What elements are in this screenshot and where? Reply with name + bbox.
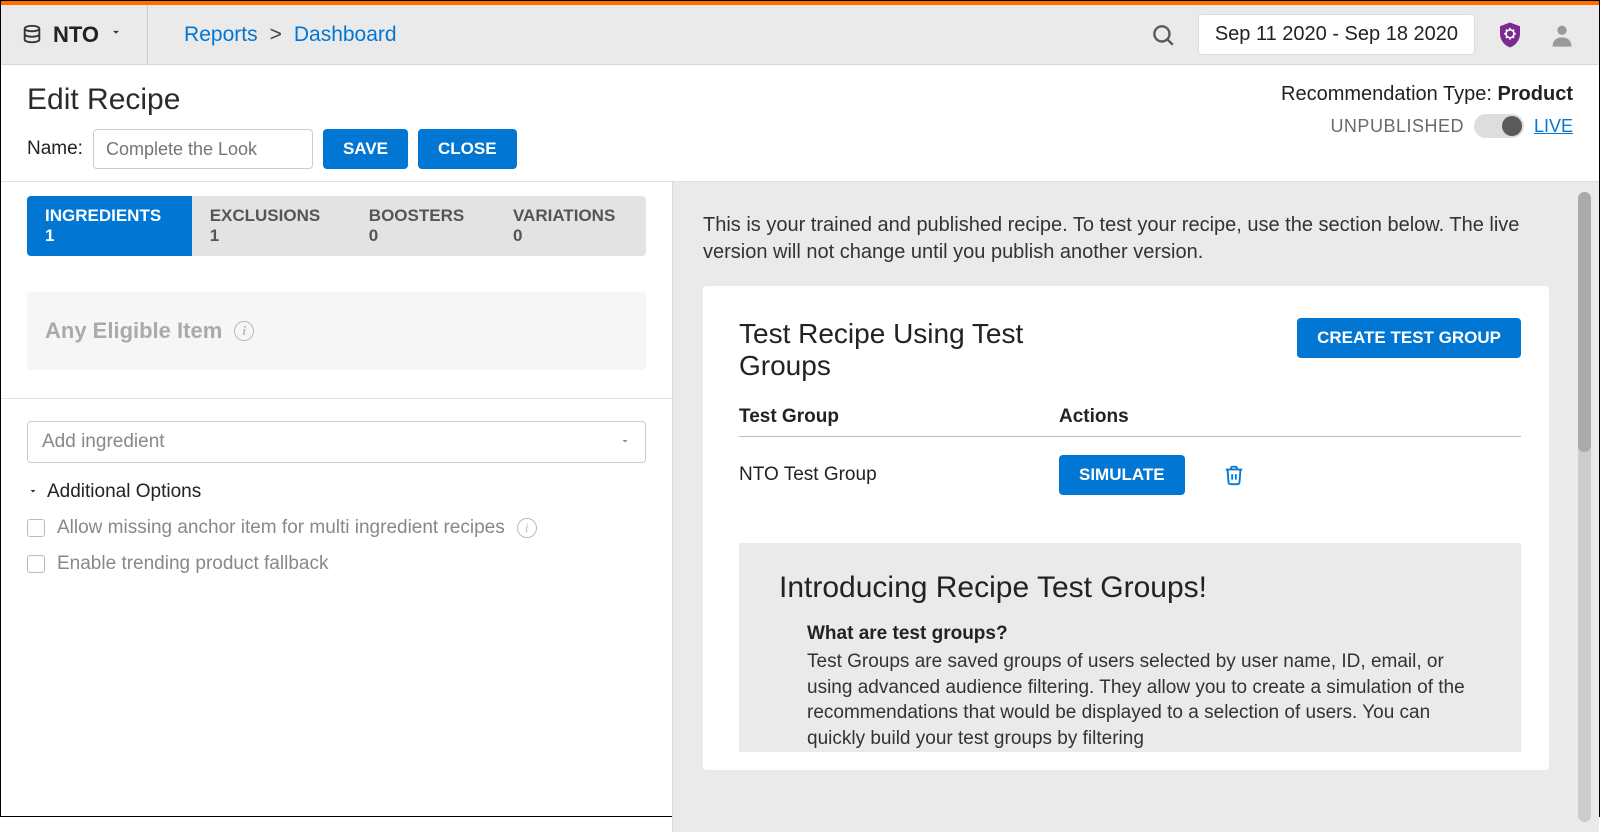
name-row: Name: SAVE CLOSE (27, 129, 517, 169)
table-row: NTO Test Group SIMULATE (739, 437, 1521, 513)
right-column: This is your trained and published recip… (673, 182, 1599, 832)
intro-subtitle: What are test groups? (807, 623, 1481, 645)
date-range-picker[interactable]: Sep 11 2020 - Sep 18 2020 (1198, 14, 1475, 55)
scrollbar-thumb[interactable] (1578, 192, 1591, 452)
trash-icon[interactable] (1223, 464, 1245, 486)
recipe-tabs: INGREDIENTS 1 EXCLUSIONS 1 BOOSTERS 0 VA… (27, 196, 646, 256)
publish-row: UNPUBLISHED LIVE (1330, 114, 1573, 138)
lower-left: Add ingredient Additional Options Allow … (1, 399, 672, 597)
intro-title: Introducing Recipe Test Groups! (779, 571, 1481, 605)
tab-variations[interactable]: VARIATIONS 0 (495, 196, 646, 256)
eligible-item-label: Any Eligible Item (45, 318, 222, 344)
rec-type-value: Product (1497, 83, 1573, 105)
breadcrumb-dashboard[interactable]: Dashboard (294, 23, 397, 47)
info-icon[interactable]: i (517, 518, 537, 538)
test-group-table: Test Group Actions NTO Test Group SIMULA… (739, 406, 1521, 513)
intro-box: Introducing Recipe Test Groups! What are… (739, 543, 1521, 752)
left-column: INGREDIENTS 1 EXCLUSIONS 1 BOOSTERS 0 VA… (1, 182, 673, 832)
intro-body: Test Groups are saved groups of users se… (807, 649, 1481, 752)
add-ingredient-placeholder: Add ingredient (42, 431, 165, 453)
col-test-group: Test Group (739, 406, 1059, 428)
additional-options-label: Additional Options (47, 481, 201, 503)
recipe-description: This is your trained and published recip… (673, 182, 1599, 286)
publish-toggle[interactable] (1474, 114, 1524, 138)
checkbox-missing-anchor[interactable] (27, 519, 45, 537)
org-switcher[interactable]: NTO (21, 5, 148, 64)
eligible-item-box: Any Eligible Item i (27, 292, 646, 370)
scrollbar[interactable] (1578, 192, 1591, 822)
database-icon (21, 24, 43, 46)
col-actions: Actions (1059, 406, 1129, 428)
subheader-right: Recommendation Type: Product UNPUBLISHED… (1281, 83, 1573, 138)
rec-type-label: Recommendation Type: (1281, 83, 1497, 105)
checkbox-label-1: Allow missing anchor item for multi ingr… (57, 517, 505, 539)
breadcrumb: Reports > Dashboard (184, 23, 397, 47)
simulate-button[interactable]: SIMULATE (1059, 455, 1185, 495)
org-name: NTO (53, 22, 99, 48)
breadcrumb-separator: > (270, 23, 282, 47)
checkbox-label-2: Enable trending product fallback (57, 553, 328, 575)
toggle-knob (1502, 116, 1522, 136)
topbar: NTO Reports > Dashboard Sep 11 2020 - Se… (1, 5, 1599, 65)
subheader: Edit Recipe Name: SAVE CLOSE Recommendat… (1, 65, 1599, 182)
page-title: Edit Recipe (27, 83, 517, 117)
main: INGREDIENTS 1 EXCLUSIONS 1 BOOSTERS 0 VA… (1, 182, 1599, 832)
test-groups-card: Test Recipe Using Test Groups CREATE TES… (703, 286, 1549, 770)
breadcrumb-reports[interactable]: Reports (184, 23, 258, 47)
card-header: Test Recipe Using Test Groups CREATE TES… (739, 318, 1521, 382)
unpublished-label: UNPUBLISHED (1330, 116, 1464, 137)
tab-ingredients[interactable]: INGREDIENTS 1 (27, 196, 192, 256)
user-icon[interactable] (1545, 18, 1579, 52)
tab-exclusions[interactable]: EXCLUSIONS 1 (192, 196, 351, 256)
create-test-group-button[interactable]: CREATE TEST GROUP (1297, 318, 1521, 358)
close-button[interactable]: CLOSE (418, 129, 517, 169)
checkbox-trending-fallback[interactable] (27, 555, 45, 573)
recommendation-type: Recommendation Type: Product (1281, 83, 1573, 106)
test-group-name: NTO Test Group (739, 464, 1059, 486)
info-icon[interactable]: i (234, 321, 254, 341)
checkbox-row-2: Enable trending product fallback (27, 553, 646, 575)
additional-options-toggle[interactable]: Additional Options (27, 481, 646, 503)
name-label: Name: (27, 138, 83, 160)
row-actions: SIMULATE (1059, 455, 1245, 495)
shield-gear-icon[interactable] (1493, 18, 1527, 52)
table-header: Test Group Actions (739, 406, 1521, 437)
caret-down-icon (27, 481, 39, 503)
topbar-right: Sep 11 2020 - Sep 18 2020 (1146, 14, 1579, 55)
checkbox-row-1: Allow missing anchor item for multi ingr… (27, 517, 646, 539)
card-title: Test Recipe Using Test Groups (739, 318, 1059, 382)
live-link[interactable]: LIVE (1534, 116, 1573, 137)
tabs-wrap: INGREDIENTS 1 EXCLUSIONS 1 BOOSTERS 0 VA… (1, 182, 672, 256)
chevron-down-icon (109, 25, 123, 44)
add-ingredient-dropdown[interactable]: Add ingredient (27, 421, 646, 463)
recipe-name-input[interactable] (93, 129, 313, 169)
save-button[interactable]: SAVE (323, 129, 408, 169)
search-icon[interactable] (1146, 18, 1180, 52)
subheader-left: Edit Recipe Name: SAVE CLOSE (27, 83, 517, 169)
chevron-down-icon (619, 431, 631, 453)
tab-boosters[interactable]: BOOSTERS 0 (351, 196, 495, 256)
